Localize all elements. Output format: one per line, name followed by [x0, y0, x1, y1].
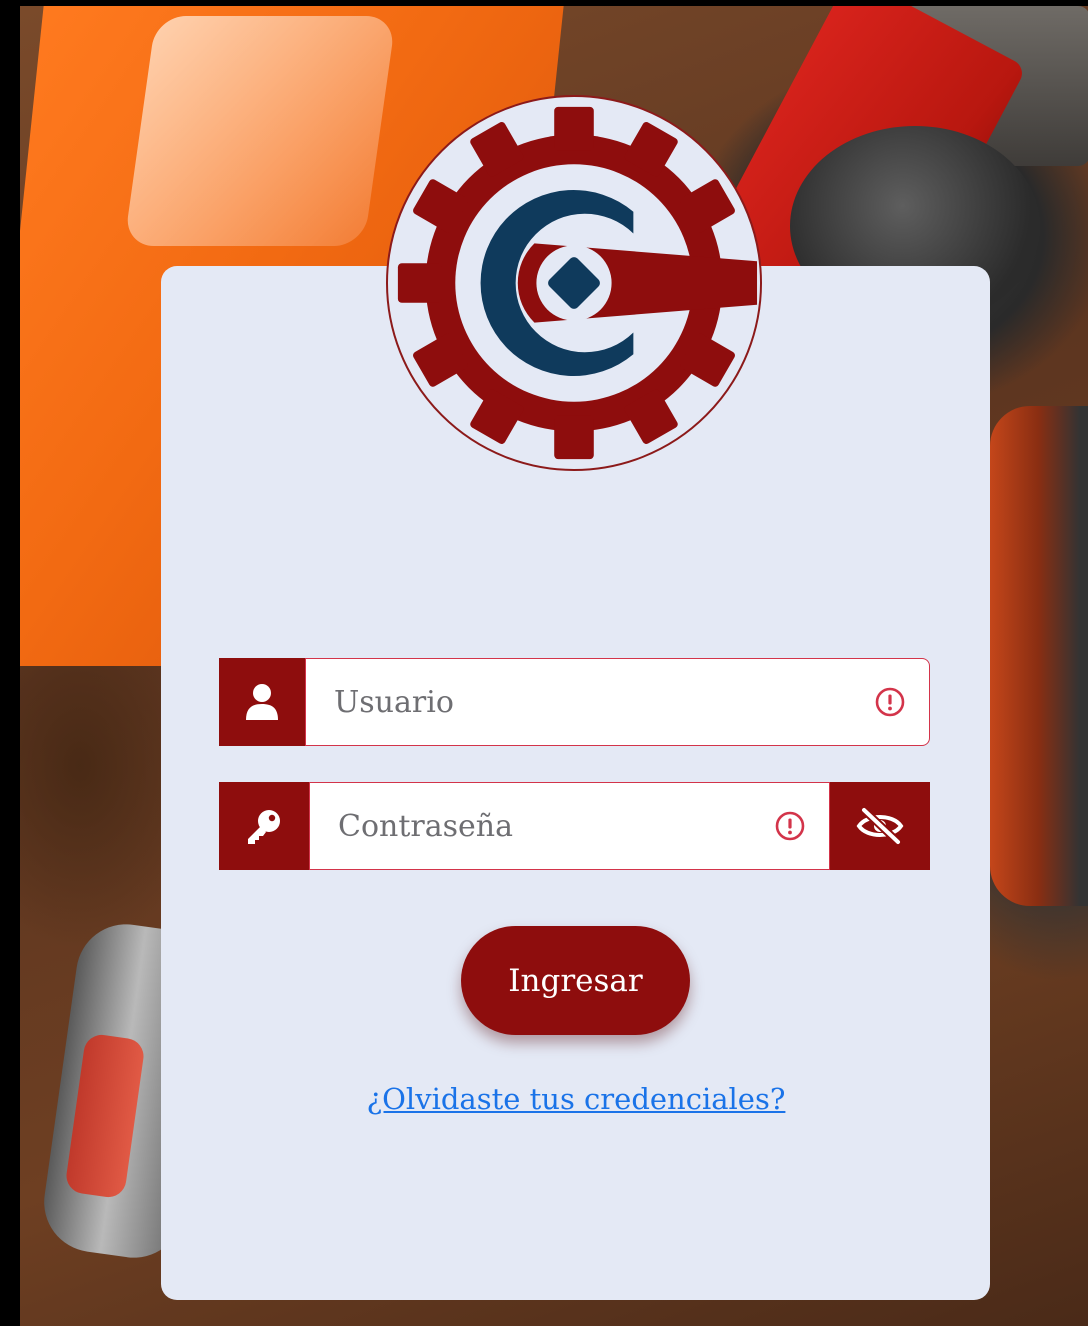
gear-wrench-logo-icon: [397, 106, 758, 460]
login-button[interactable]: Ingresar: [461, 926, 690, 1035]
eye-slash-icon: [856, 806, 904, 846]
exclamation-circle-icon: [875, 687, 905, 717]
username-group: [219, 658, 930, 746]
password-group: [219, 782, 930, 870]
user-icon: [246, 684, 278, 720]
logo: [386, 95, 762, 471]
key-addon: [219, 782, 309, 870]
key-icon: [248, 810, 280, 844]
password-input[interactable]: [310, 783, 829, 869]
username-input-wrapper: [305, 658, 930, 746]
username-input[interactable]: [306, 659, 929, 745]
screen: Ingresar ¿Olvidaste tus credenciales?: [0, 0, 1088, 1326]
user-addon: [219, 658, 305, 746]
password-input-wrapper: [309, 782, 830, 870]
toggle-password-button[interactable]: [830, 782, 930, 870]
exclamation-circle-icon: [775, 811, 805, 841]
forgot-credentials-link[interactable]: ¿Olvidaste tus credenciales?: [336, 1082, 816, 1116]
